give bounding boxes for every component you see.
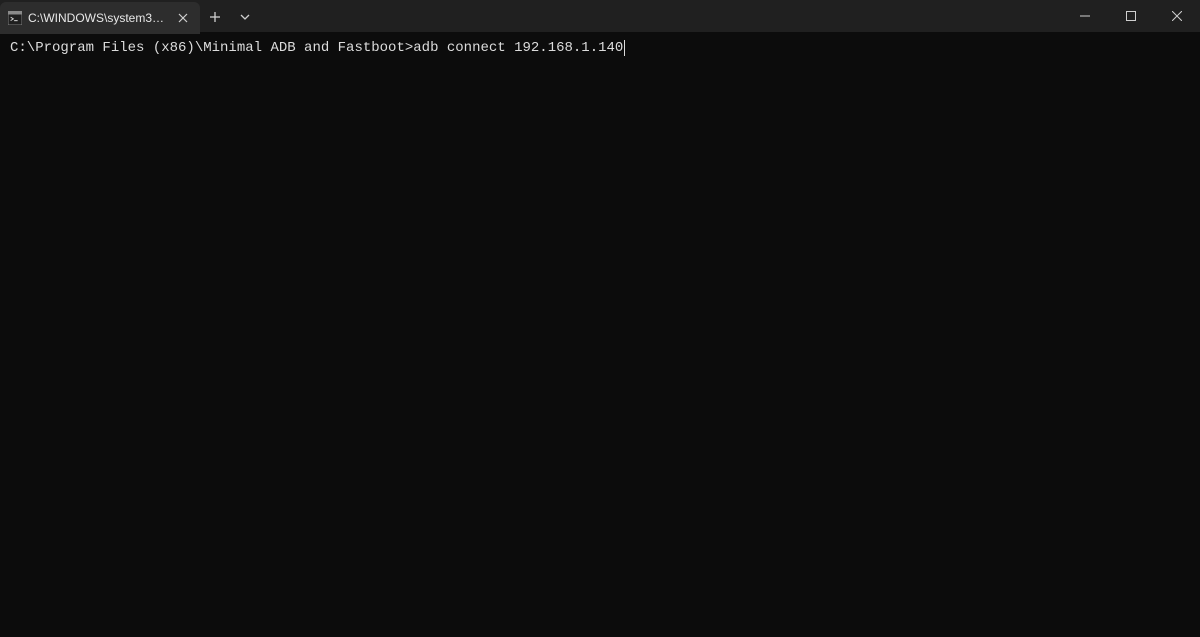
titlebar[interactable]: C:\WINDOWS\system32\cmd. bbox=[0, 0, 1200, 32]
titlebar-drag-area[interactable] bbox=[260, 0, 1062, 32]
tab-close-button[interactable] bbox=[176, 10, 190, 26]
terminal-body[interactable]: C:\Program Files (x86)\Minimal ADB and F… bbox=[0, 32, 1200, 637]
command-text: adb connect 192.168.1.140 bbox=[413, 40, 623, 56]
tab-dropdown-button[interactable] bbox=[230, 2, 260, 32]
prompt-text: C:\Program Files (x86)\Minimal ADB and F… bbox=[10, 40, 413, 56]
tabs-area: C:\WINDOWS\system32\cmd. bbox=[0, 0, 200, 32]
terminal-line: C:\Program Files (x86)\Minimal ADB and F… bbox=[10, 40, 1190, 56]
minimize-button[interactable] bbox=[1062, 0, 1108, 32]
tab-cmd[interactable]: C:\WINDOWS\system32\cmd. bbox=[0, 2, 200, 34]
text-cursor bbox=[624, 40, 625, 56]
terminal-window: C:\WINDOWS\system32\cmd. bbox=[0, 0, 1200, 637]
new-tab-button[interactable] bbox=[200, 2, 230, 32]
close-button[interactable] bbox=[1154, 0, 1200, 32]
tab-title: C:\WINDOWS\system32\cmd. bbox=[28, 2, 166, 34]
window-controls bbox=[1062, 0, 1200, 32]
titlebar-actions bbox=[200, 0, 260, 32]
cmd-icon bbox=[8, 11, 22, 25]
maximize-button[interactable] bbox=[1108, 0, 1154, 32]
